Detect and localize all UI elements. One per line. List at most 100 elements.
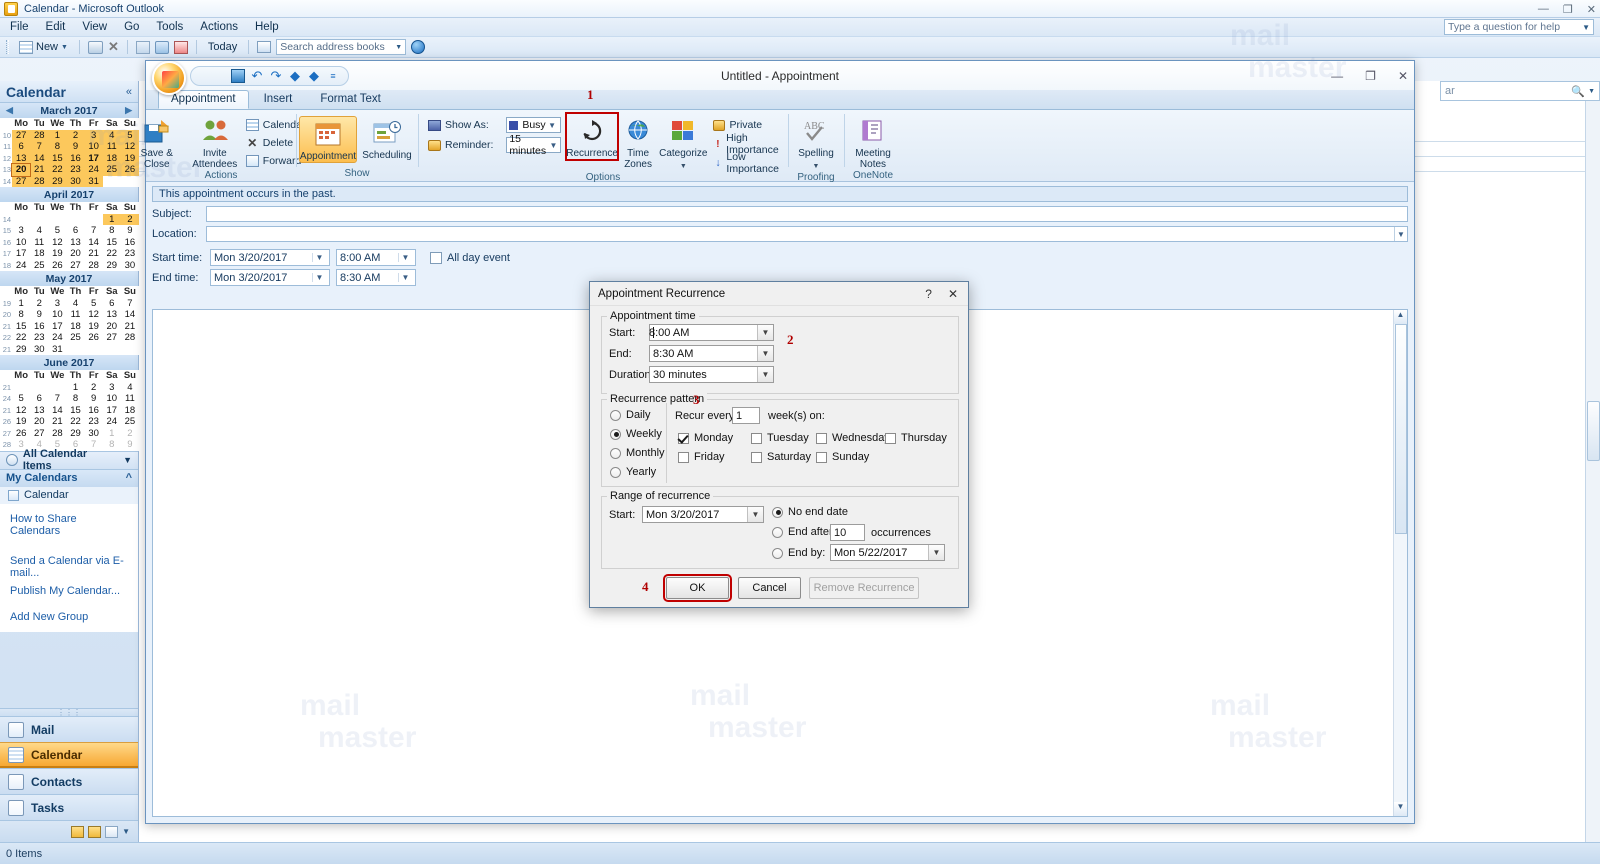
pattern-radio-daily[interactable]: Daily: [610, 409, 650, 421]
dialog-duration-input[interactable]: 30 minutes ▼: [649, 366, 774, 383]
end-date-input[interactable]: Mon 3/20/2017 ▼: [210, 269, 330, 286]
range-radio-no-end-date[interactable]: No end date: [772, 506, 848, 518]
all-calendar-items-selector[interactable]: All Calendar Items ▼: [0, 448, 138, 472]
toolbar-grip[interactable]: [6, 40, 9, 54]
search-address-books-input[interactable]: Search address books ▼: [276, 39, 407, 55]
scroll-up-icon[interactable]: ▲: [1394, 310, 1407, 324]
calendar-day-cell[interactable]: [48, 214, 66, 226]
menu-item-view[interactable]: View: [82, 21, 107, 33]
recurrence-button[interactable]: Recurrence: [565, 112, 620, 161]
calendar-day-cell[interactable]: 19: [85, 321, 103, 333]
calendar-day-cell[interactable]: 3: [12, 225, 30, 237]
tab-insert[interactable]: Insert: [251, 90, 306, 109]
chevron-down-icon[interactable]: ▼: [757, 367, 773, 382]
cancel-button[interactable]: Cancel: [738, 577, 801, 599]
calendar-day-cell[interactable]: 2: [66, 129, 85, 141]
calendar-day-cell[interactable]: 24: [48, 332, 66, 344]
chevron-down-icon[interactable]: ▼: [122, 827, 130, 836]
minimize-icon[interactable]: —: [1538, 3, 1549, 15]
day-checkbox-friday[interactable]: Friday: [678, 451, 725, 463]
chevron-up-icon[interactable]: ^: [126, 472, 132, 484]
location-input[interactable]: ▼: [206, 226, 1408, 242]
calendar-day-cell[interactable]: 7: [30, 141, 49, 153]
calendar-day-cell[interactable]: 13: [12, 152, 31, 164]
chevron-down-icon[interactable]: ▼: [747, 507, 763, 522]
calendar-day-cell[interactable]: 25: [66, 332, 84, 344]
sidebar-item-tasks[interactable]: Tasks: [0, 794, 138, 820]
close-icon[interactable]: ✕: [948, 287, 958, 301]
private-toggle[interactable]: Private: [713, 117, 782, 133]
chevron-down-icon[interactable]: ▼: [395, 44, 402, 51]
calendar-day-cell[interactable]: 6: [66, 225, 84, 237]
calendar-day-cell[interactable]: 23: [85, 416, 103, 428]
help-question-input[interactable]: Type a question for help ▼: [1444, 19, 1594, 35]
menu-item-edit[interactable]: Edit: [46, 21, 66, 33]
calendar-day-cell[interactable]: [30, 214, 48, 226]
calendar-day-cell[interactable]: 27: [12, 129, 31, 141]
end-time-input[interactable]: 8:30 AM ▼: [336, 269, 416, 286]
meeting-notes-button[interactable]: Meeting Notes: [847, 114, 899, 170]
calendar-day-cell[interactable]: 5: [48, 225, 66, 237]
show-as-dropdown[interactable]: Busy ▼: [506, 117, 562, 133]
previous-month-icon[interactable]: ◀: [6, 105, 13, 116]
dialog-start-input[interactable]: 8:00 AM ▼: [649, 324, 774, 341]
calendar-day-cell[interactable]: 18: [66, 321, 84, 333]
calendar-day-cell[interactable]: 3: [84, 129, 103, 141]
calendar-vertical-scrollbar[interactable]: [1585, 101, 1600, 842]
calendar-day-cell[interactable]: 8: [103, 225, 121, 237]
appointment-view-button[interactable]: Appointment: [299, 116, 357, 163]
calendar-day-cell[interactable]: 31: [48, 344, 66, 356]
calendar-day-cell[interactable]: 13: [103, 309, 121, 321]
calendar-day-cell[interactable]: 26: [48, 260, 66, 272]
calendar-day-cell[interactable]: 12: [12, 405, 30, 417]
calendar-day-cell[interactable]: 3: [48, 298, 66, 310]
calendar-day-cell[interactable]: [121, 344, 139, 356]
search-icon[interactable]: 🔍: [1571, 85, 1585, 98]
calendar-day-cell[interactable]: 8: [12, 309, 30, 321]
calendar-day-cell[interactable]: 16: [121, 237, 139, 249]
calendar-day-cell[interactable]: 18: [30, 248, 48, 260]
calendar-day-cell[interactable]: 16: [66, 152, 85, 164]
calendar-day-cell[interactable]: 27: [30, 428, 48, 440]
folder-list-icon[interactable]: [88, 825, 102, 838]
chevron-down-icon[interactable]: ▼: [398, 253, 412, 262]
day-checkbox-tuesday[interactable]: Tuesday: [751, 432, 809, 444]
end-by-input[interactable]: Mon 5/22/2017 ▼: [830, 544, 945, 561]
calendar-day-cell[interactable]: 21: [48, 416, 66, 428]
chevron-down-icon[interactable]: ▼: [312, 253, 326, 262]
calendar-day-cell[interactable]: 29: [66, 428, 84, 440]
next-item-icon[interactable]: ◆: [307, 68, 321, 83]
calendar-day-cell[interactable]: 29: [12, 344, 30, 356]
range-radio-end-after[interactable]: End after:: [772, 526, 836, 538]
calendar-day-cell[interactable]: [85, 344, 103, 356]
calendar-day-cell[interactable]: 2: [121, 428, 139, 440]
chevron-down-icon[interactable]: ▼: [312, 273, 326, 282]
maximize-icon[interactable]: ❐: [1563, 3, 1573, 16]
calendar-day-cell[interactable]: 1: [48, 129, 67, 141]
help-icon[interactable]: ?: [925, 287, 932, 301]
calendar-day-cell[interactable]: [66, 344, 84, 356]
start-time-input[interactable]: 8:00 AM ▼: [336, 249, 416, 266]
undo-icon[interactable]: ↶: [250, 68, 264, 83]
day-checkbox-saturday[interactable]: Saturday: [751, 451, 811, 463]
calendar-day-cell[interactable]: 18: [102, 152, 121, 164]
end-after-input[interactable]: 10: [830, 524, 865, 541]
close-icon[interactable]: ✕: [1587, 3, 1596, 16]
calendar-day-cell[interactable]: 29: [103, 260, 121, 272]
categorize-button[interactable]: Categorize ▼: [659, 114, 707, 172]
calendar-day-cell[interactable]: 30: [121, 260, 139, 272]
calendar-day-cell[interactable]: 24: [84, 164, 103, 176]
all-day-event-checkbox[interactable]: All day event: [430, 251, 510, 264]
calendar-day-cell[interactable]: 11: [121, 393, 139, 405]
collapse-pane-icon[interactable]: «: [126, 86, 132, 98]
mini-calendar[interactable]: Mo Tu We Th Fr Sa Su 21 1 2 3 4 24 5 6 7 8 9 10 11 21 12 13 14 1…: [0, 370, 139, 451]
calendar-day-cell[interactable]: 20: [11, 163, 32, 177]
calendar-day-cell[interactable]: 7: [121, 298, 139, 310]
previous-item-icon[interactable]: ◆: [288, 68, 302, 83]
scroll-down-icon[interactable]: ▼: [1394, 802, 1407, 816]
view-grid-icon[interactable]: [135, 40, 150, 54]
calendar-day-cell[interactable]: 8: [66, 393, 84, 405]
calendar-day-cell[interactable]: 29: [48, 175, 67, 187]
chevron-down-icon[interactable]: ▼: [813, 161, 820, 172]
calendar-day-cell[interactable]: 22: [103, 248, 121, 260]
